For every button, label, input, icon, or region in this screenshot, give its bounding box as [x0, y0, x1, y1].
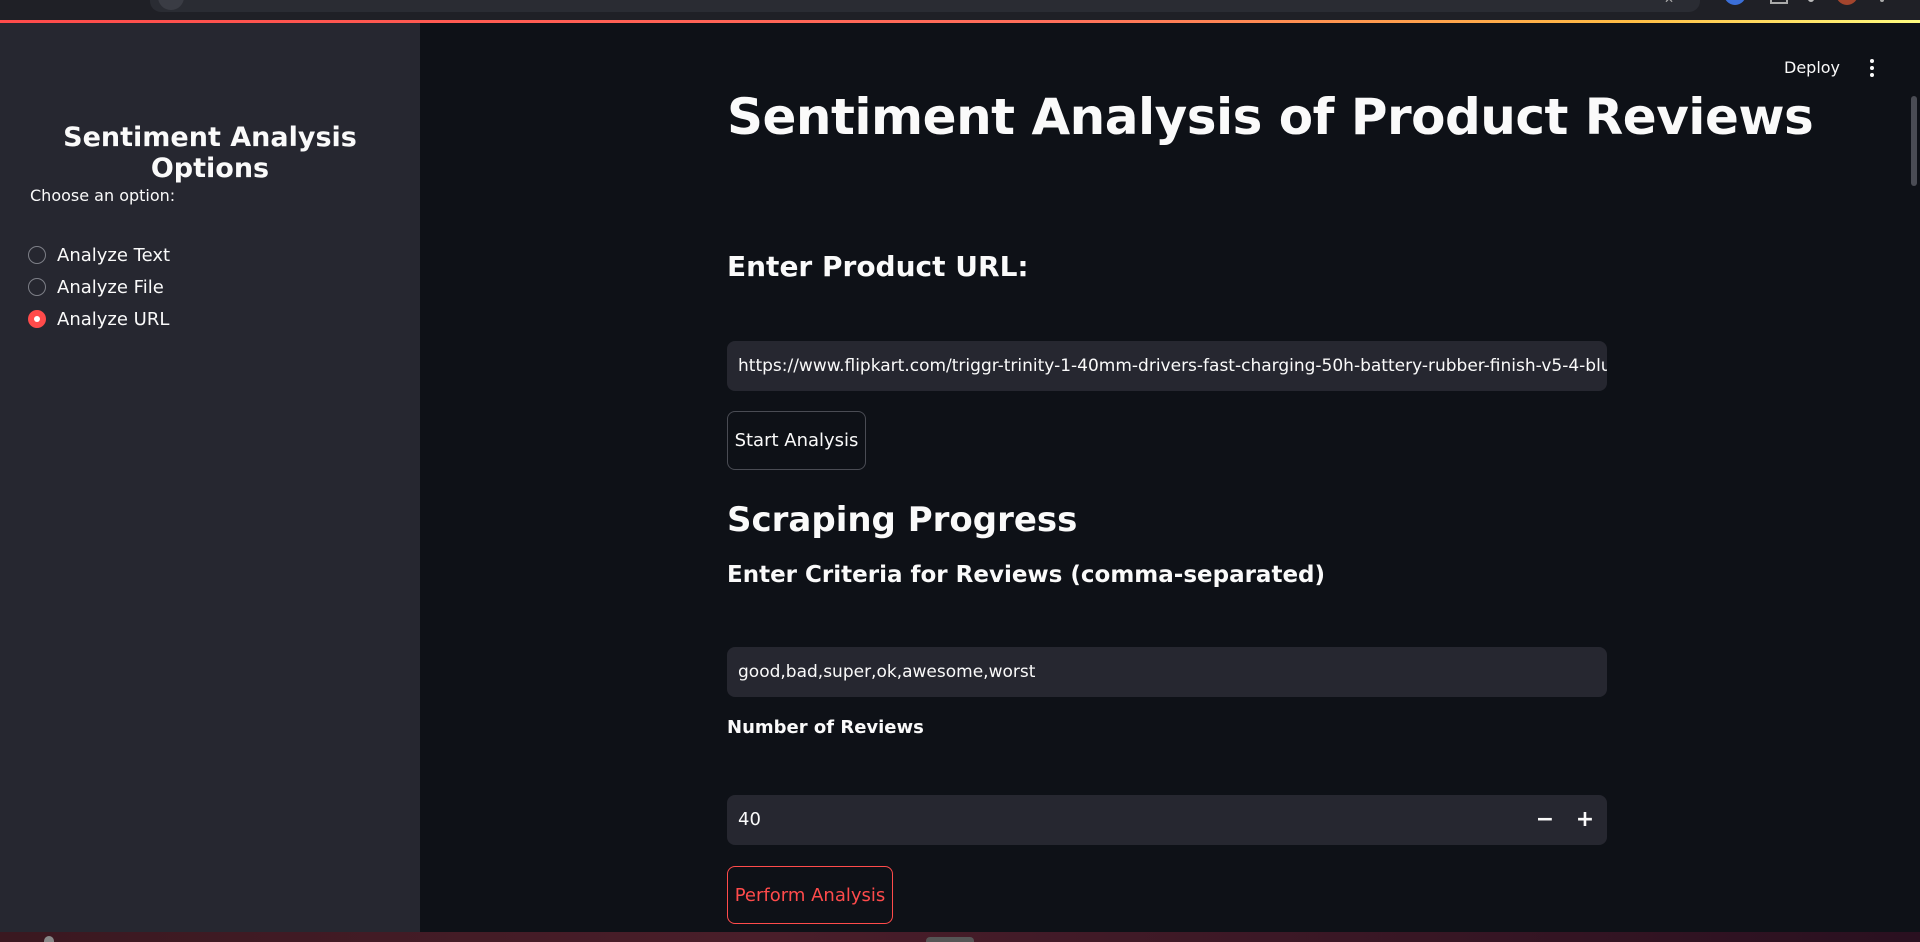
menu-icon[interactable]	[1880, 0, 1884, 2]
perform-analysis-button[interactable]: Perform Analysis	[727, 866, 893, 924]
url-heading: Enter Product URL:	[727, 250, 1029, 283]
bookmark-star-icon[interactable]: ✕	[1664, 0, 1678, 5]
profile-icon[interactable]	[1836, 0, 1858, 5]
radio-analyze-url[interactable]: Analyze URL	[28, 306, 169, 332]
number-value[interactable]: 40	[738, 795, 761, 845]
page-title: Sentiment Analysis of Product Reviews	[727, 88, 1814, 146]
scrollbar[interactable]	[1911, 96, 1917, 186]
sidebar-title: Sentiment Analysis Options	[63, 122, 357, 184]
radio-option-label[interactable]: Analyze URL	[57, 309, 169, 330]
criteria-input[interactable]: good,bad,super,ok,awesome,worst	[727, 647, 1607, 697]
start-analysis-button[interactable]: Start Analysis	[727, 411, 866, 470]
taskbar-app-icon[interactable]	[926, 937, 974, 942]
extension-icon[interactable]	[1724, 0, 1746, 5]
browser-menu-dot-icon[interactable]	[1808, 0, 1814, 2]
taskbar-app-icon[interactable]	[44, 936, 54, 942]
radio-circle-icon[interactable]	[28, 246, 46, 264]
product-url-input[interactable]: https://www.flipkart.com/triggr-trinity-…	[727, 341, 1607, 391]
radio-checked-icon[interactable]	[28, 310, 46, 328]
radio-group-label: Choose an option:	[30, 186, 176, 205]
decrement-button[interactable]: −	[1525, 795, 1565, 845]
number-of-reviews-input[interactable]: 40 − +	[727, 795, 1607, 845]
kebab-menu-icon[interactable]	[1865, 56, 1879, 80]
downloads-icon[interactable]	[1770, 0, 1788, 4]
criteria-heading: Enter Criteria for Reviews (comma-separa…	[727, 562, 1326, 588]
radio-option-label[interactable]: Analyze File	[57, 277, 164, 298]
radio-analyze-text[interactable]: Analyze Text	[28, 242, 170, 268]
deploy-button[interactable]: Deploy	[1772, 54, 1852, 82]
radio-option-label[interactable]: Analyze Text	[57, 245, 170, 266]
browser-toolbar: ✕	[0, 0, 1920, 20]
number-of-reviews-label: Number of Reviews	[727, 717, 924, 738]
increment-button[interactable]: +	[1565, 795, 1605, 845]
radio-analyze-file[interactable]: Analyze File	[28, 274, 164, 300]
address-bar[interactable]	[150, 0, 1700, 12]
radio-circle-icon[interactable]	[28, 278, 46, 296]
scraping-progress-heading: Scraping Progress	[727, 500, 1078, 540]
